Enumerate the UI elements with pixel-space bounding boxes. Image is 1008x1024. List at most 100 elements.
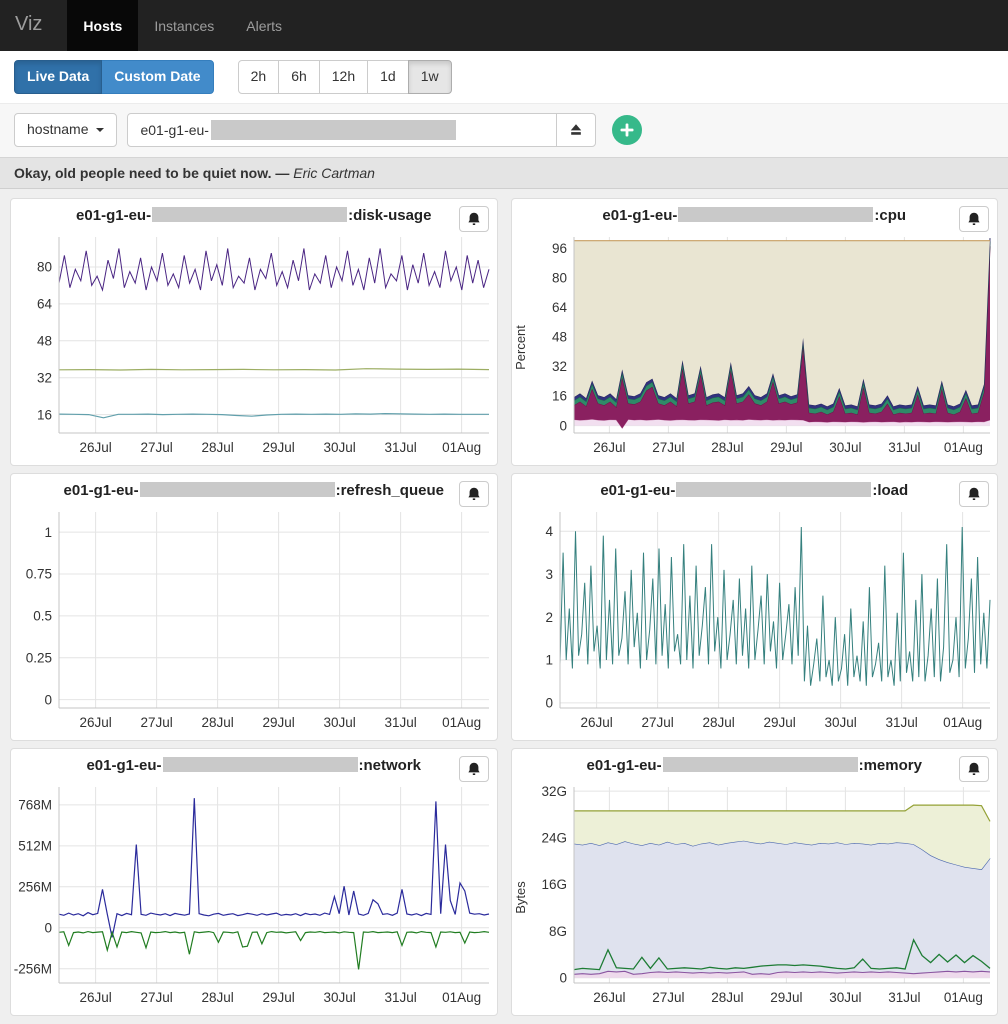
svg-text:31Jul: 31Jul	[384, 440, 416, 455]
svg-text:29Jul: 29Jul	[262, 715, 294, 730]
redacted-hostname-block	[663, 757, 858, 772]
svg-text:01Aug: 01Aug	[442, 990, 481, 1005]
alert-bell-button[interactable]	[459, 481, 489, 507]
svg-text:64: 64	[551, 300, 567, 315]
svg-text:01Aug: 01Aug	[943, 440, 982, 455]
svg-text:30Jul: 30Jul	[323, 990, 355, 1005]
redacted-hostname-block	[152, 207, 347, 222]
quote-bar: Okay, old people need to be quiet now. —…	[0, 157, 1008, 189]
chart-title-metric: :cpu	[874, 207, 906, 224]
svg-text:30Jul: 30Jul	[323, 715, 355, 730]
svg-text:28Jul: 28Jul	[201, 990, 233, 1005]
redacted-hostname-block	[163, 757, 358, 772]
svg-text:80: 80	[551, 270, 566, 285]
time-range-group: 2h6h12h1d1w	[238, 60, 452, 94]
chart-title: e01-g1-eu- :cpu	[512, 205, 998, 227]
charts-grid: e01-g1-eu-:disk-usage 163248648026Jul27J…	[0, 189, 1008, 1024]
svg-text:26Jul: 26Jul	[79, 715, 111, 730]
range-1w-button[interactable]: 1w	[408, 60, 452, 94]
chart-title: e01-g1-eu-:load	[512, 480, 998, 502]
svg-text:16: 16	[551, 389, 566, 404]
alert-bell-button[interactable]	[459, 756, 489, 782]
app-brand[interactable]: Viz	[0, 0, 57, 51]
svg-text:27Jul: 27Jul	[140, 990, 172, 1005]
plot-area: Percent 016324864809626Jul27Jul28Jul29Ju…	[512, 229, 998, 466]
bell-icon	[966, 212, 982, 226]
plot-area: Bytes 08G16G24G32G26Jul27Jul28Jul29Jul30…	[512, 779, 998, 1016]
alert-bell-button[interactable]	[959, 206, 989, 232]
svg-text:30Jul: 30Jul	[829, 440, 861, 455]
chart-plot: 0123426Jul27Jul28Jul29Jul30Jul31Jul01Aug	[514, 504, 998, 741]
quote-text: Okay, old people need to be quiet now.	[14, 165, 271, 181]
alert-bell-button[interactable]	[959, 481, 989, 507]
y-axis-label: Bytes	[514, 779, 528, 1016]
host-search-input[interactable]: e01-g1-eu-	[127, 113, 557, 147]
chart-title-metric: :network	[359, 757, 422, 774]
chart-title-prefix: e01-g1-eu-	[602, 207, 677, 224]
svg-text:26Jul: 26Jul	[79, 990, 111, 1005]
svg-text:0.5: 0.5	[33, 609, 52, 624]
bell-icon	[466, 212, 482, 226]
range-6h-button[interactable]: 6h	[278, 60, 320, 94]
chart-title: e01-g1-eu-:network	[11, 755, 497, 777]
bell-icon	[466, 762, 482, 776]
svg-text:29Jul: 29Jul	[262, 990, 294, 1005]
svg-text:1: 1	[44, 525, 52, 540]
plot-area: 163248648026Jul27Jul28Jul29Jul30Jul31Jul…	[11, 229, 497, 466]
range-1d-button[interactable]: 1d	[367, 60, 409, 94]
nav-tabs: HostsInstancesAlerts	[67, 0, 298, 51]
svg-text:01Aug: 01Aug	[943, 990, 982, 1005]
tab-hosts[interactable]: Hosts	[67, 0, 138, 51]
svg-text:01Aug: 01Aug	[943, 715, 982, 730]
add-chart-button[interactable]	[612, 115, 642, 145]
chart-plot: -256M0256M512M768M26Jul27Jul28Jul29Jul30…	[13, 779, 497, 1016]
quote-author: Eric Cartman	[293, 165, 375, 181]
svg-text:0: 0	[44, 920, 52, 935]
tab-alerts[interactable]: Alerts	[230, 0, 298, 51]
svg-text:01Aug: 01Aug	[442, 715, 481, 730]
svg-text:27Jul: 27Jul	[641, 715, 673, 730]
svg-text:80: 80	[37, 260, 52, 275]
svg-text:31Jul: 31Jul	[384, 990, 416, 1005]
filter-row: hostname e01-g1-eu-	[0, 104, 1008, 157]
chart-card-load: e01-g1-eu-:load 0123426Jul27Jul28Jul29Ju…	[511, 473, 999, 741]
chart-title-prefix: e01-g1-eu-	[64, 482, 139, 499]
host-search-group: e01-g1-eu-	[127, 113, 596, 147]
svg-text:0.25: 0.25	[26, 650, 52, 665]
alert-bell-button[interactable]	[459, 206, 489, 232]
redacted-hostname-block	[678, 207, 873, 222]
svg-text:0: 0	[559, 418, 567, 433]
svg-text:27Jul: 27Jul	[652, 440, 684, 455]
chart-plot: 00.250.50.75126Jul27Jul28Jul29Jul30Jul31…	[13, 504, 497, 741]
host-search-value: e01-g1-eu-	[140, 122, 209, 138]
plus-icon	[619, 122, 635, 138]
tab-instances[interactable]: Instances	[138, 0, 230, 51]
range-2h-button[interactable]: 2h	[238, 60, 280, 94]
svg-text:0: 0	[559, 970, 567, 985]
svg-text:26Jul: 26Jul	[593, 440, 625, 455]
svg-text:31Jul: 31Jul	[888, 990, 920, 1005]
chart-title-prefix: e01-g1-eu-	[76, 207, 151, 224]
svg-text:26Jul: 26Jul	[79, 440, 111, 455]
svg-text:30Jul: 30Jul	[829, 990, 861, 1005]
svg-text:28Jul: 28Jul	[711, 440, 743, 455]
svg-text:768M: 768M	[18, 798, 52, 813]
redacted-hostname-block	[211, 120, 456, 140]
range-12h-button[interactable]: 12h	[319, 60, 368, 94]
live-data-button[interactable]: Live Data	[14, 60, 102, 94]
svg-text:31Jul: 31Jul	[384, 715, 416, 730]
svg-text:2: 2	[545, 610, 553, 625]
bell-icon	[966, 487, 982, 501]
svg-text:0: 0	[545, 696, 553, 711]
svg-text:0: 0	[44, 692, 52, 707]
alert-bell-button[interactable]	[959, 756, 989, 782]
upload-button[interactable]	[556, 113, 596, 147]
y-axis-label: Percent	[514, 229, 528, 466]
chart-card-disk-usage: e01-g1-eu-:disk-usage 163248648026Jul27J…	[10, 198, 498, 466]
field-select-button[interactable]: hostname	[14, 113, 117, 147]
chart-card-cpu: e01-g1-eu-:cpu Percent 016324864809626Ju…	[511, 198, 999, 466]
svg-text:0.75: 0.75	[26, 567, 52, 582]
custom-date-button[interactable]: Custom Date	[101, 60, 213, 94]
svg-text:24G: 24G	[541, 830, 567, 845]
svg-text:3: 3	[545, 567, 553, 582]
